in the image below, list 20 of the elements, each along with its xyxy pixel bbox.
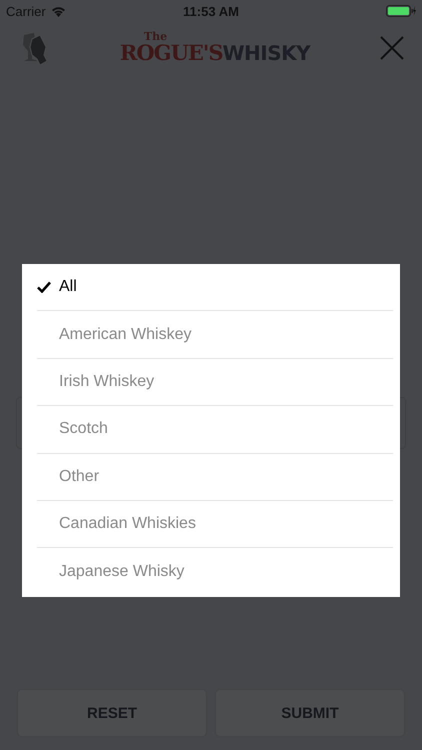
picker-option[interactable]: Irish Whiskey: [37, 358, 393, 406]
option-label: Japanese Whisky: [59, 562, 184, 581]
picker-option[interactable]: Canadian Whiskies: [37, 500, 393, 548]
option-label: Other: [59, 468, 100, 486]
option-label: Irish Whiskey: [59, 372, 154, 391]
option-label: Scotch: [59, 420, 108, 438]
option-label: American Whiskey: [59, 326, 192, 344]
status-time: 11:53 AM: [183, 4, 239, 18]
check-icon: [37, 281, 51, 294]
option-label: Canadian Whiskies: [59, 515, 196, 534]
option-label: All: [59, 278, 77, 296]
picker-option[interactable]: Other: [37, 454, 393, 501]
picker-option[interactable]: All: [37, 264, 393, 312]
battery-icon: [386, 5, 416, 17]
close-icon[interactable]: [380, 36, 404, 60]
picker-option[interactable]: Scotch: [37, 406, 393, 454]
picker-option[interactable]: Japanese Whisky: [37, 548, 393, 595]
wifi-icon: [50, 6, 66, 16]
picker-option[interactable]: American Whiskey: [37, 311, 393, 359]
carrier-name: Carrier: [6, 4, 46, 18]
